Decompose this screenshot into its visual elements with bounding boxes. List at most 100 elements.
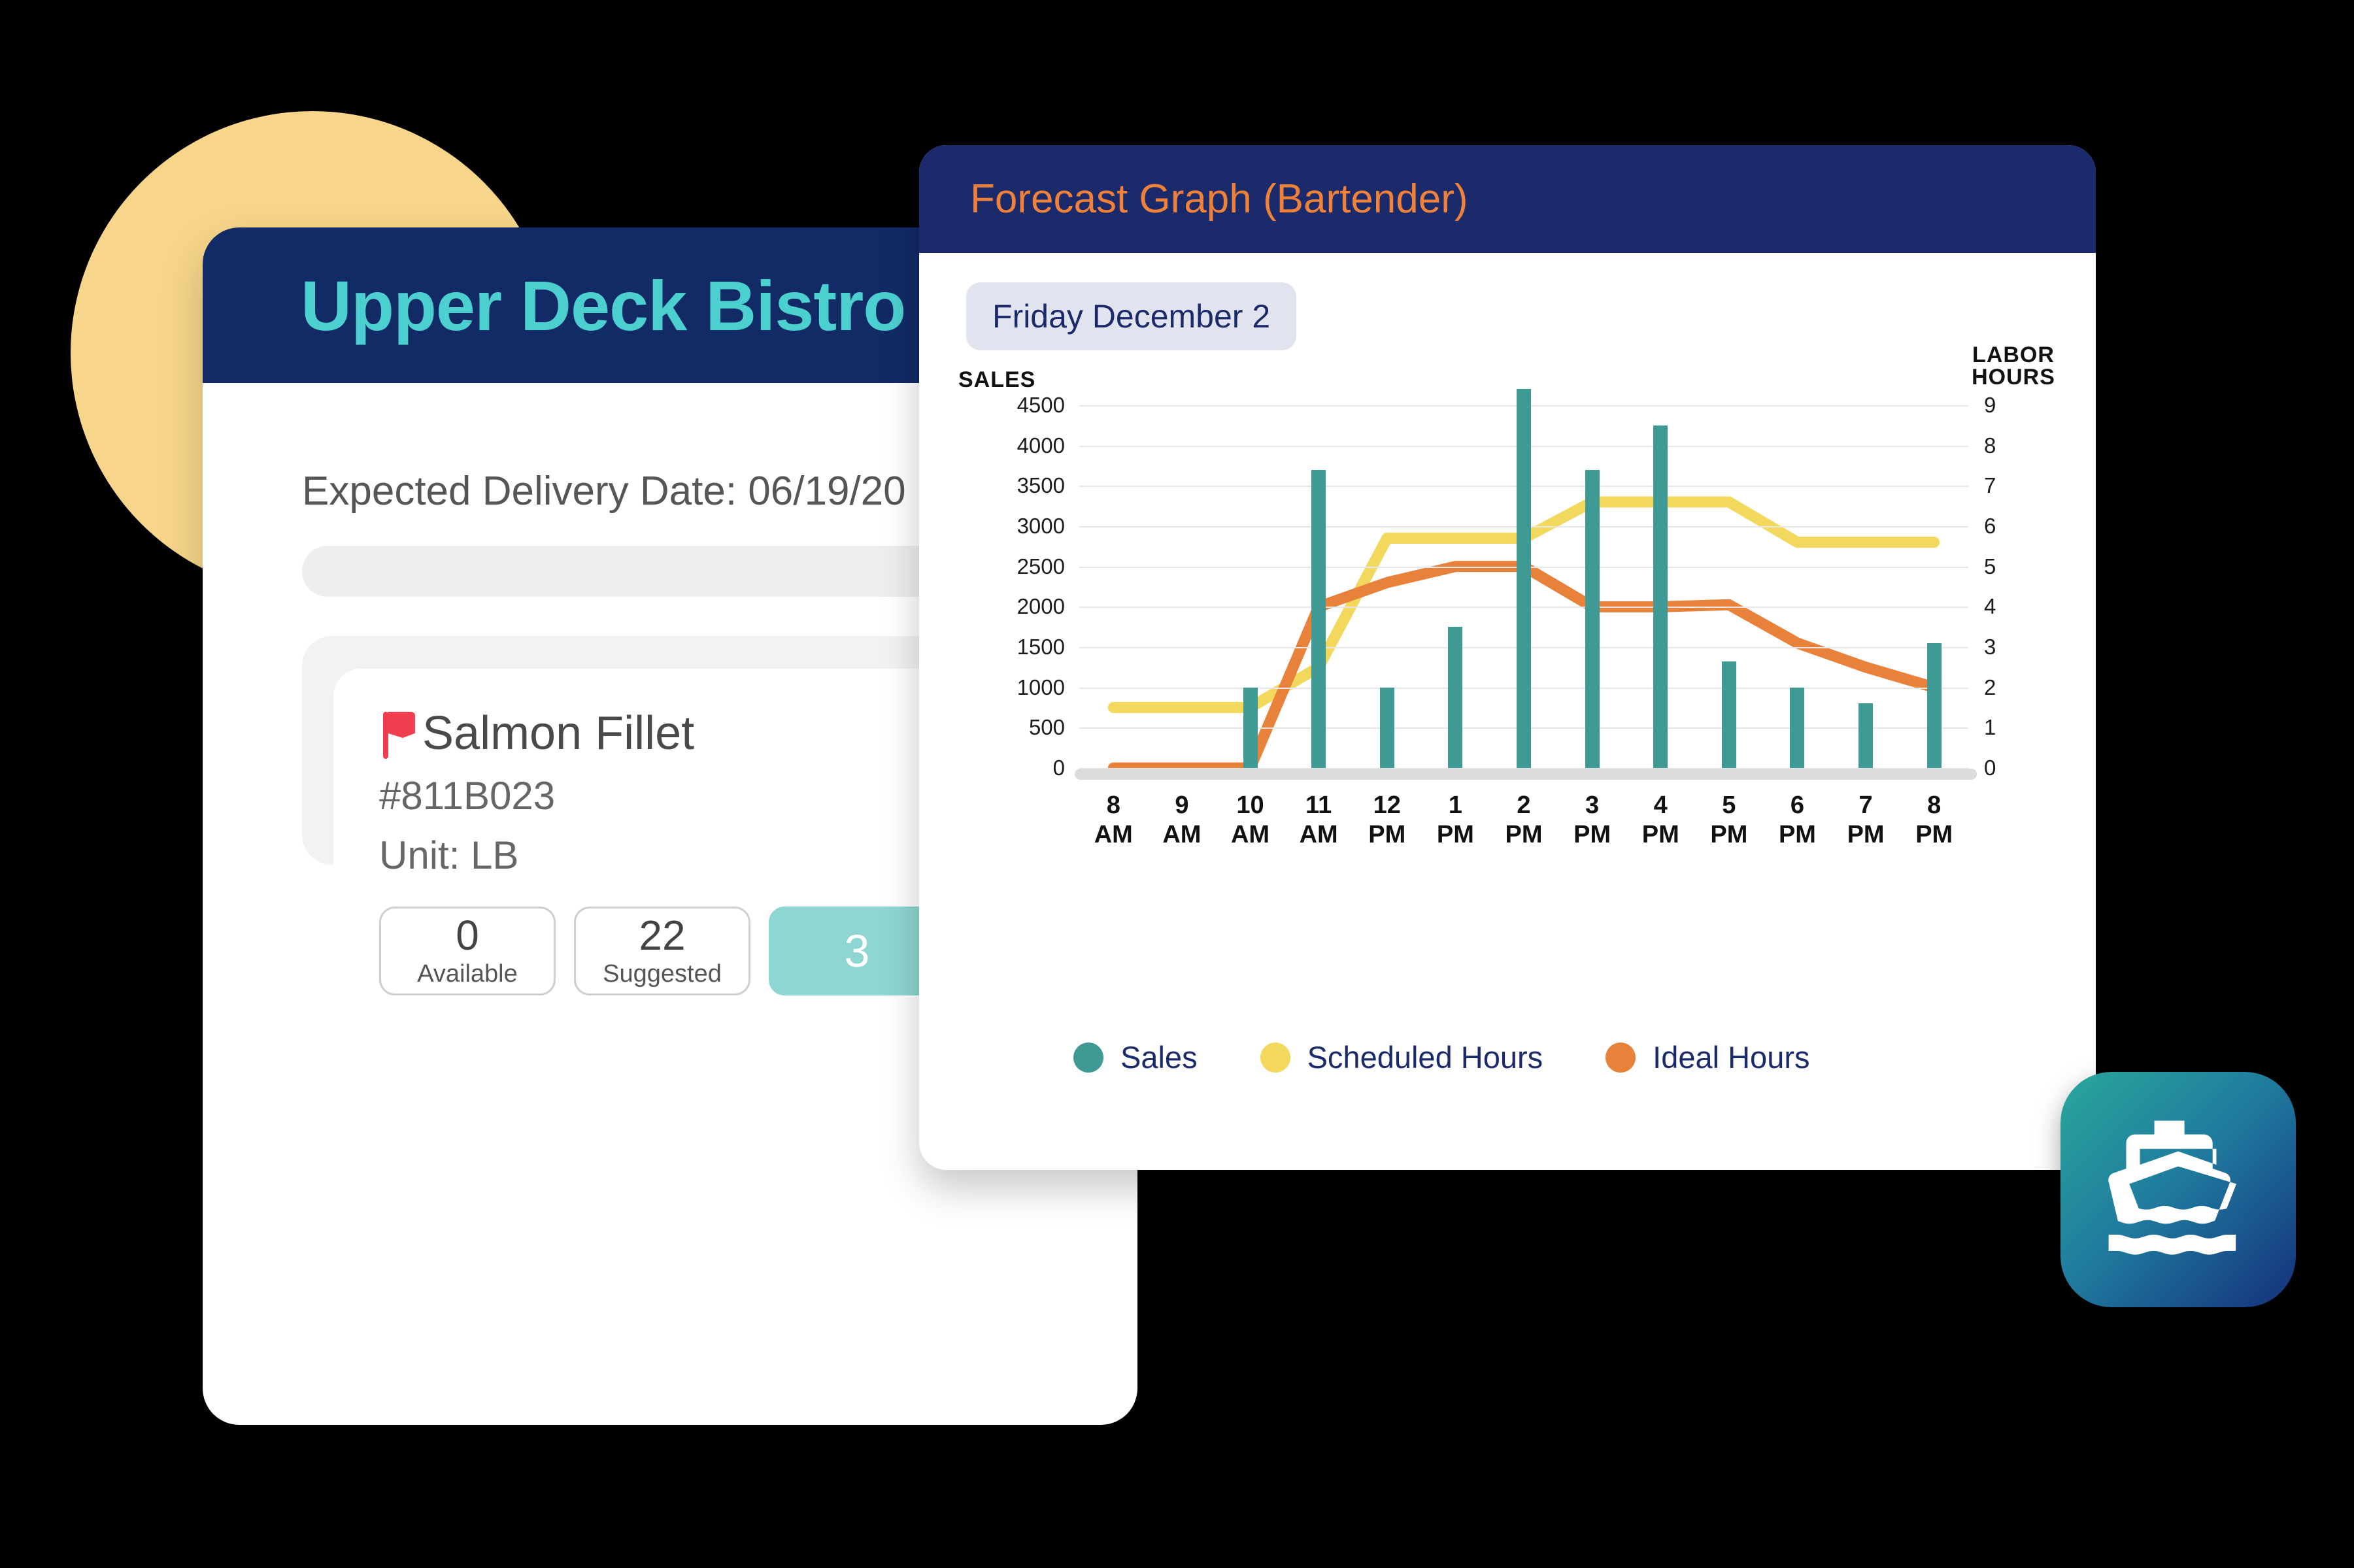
y2-axis-tick: 5 — [1984, 554, 1996, 578]
suggested-stat: 22 Suggested — [574, 907, 750, 995]
x-axis-tick-meridiem: AM — [1230, 820, 1270, 848]
quantity-value: 3 — [844, 926, 870, 976]
x-axis-tick: 12 PM — [1368, 791, 1405, 850]
available-label: Available — [417, 959, 518, 988]
forecast-title: Forecast Graph (Bartender) — [970, 176, 1468, 222]
x-axis-tick-meridiem: PM — [1847, 820, 1885, 848]
legend-item[interactable]: Scheduled Hours — [1260, 1039, 1543, 1075]
legend-label: Ideal Hours — [1653, 1040, 1810, 1075]
chart-bar — [1517, 389, 1531, 768]
y2-axis-tick: 2 — [1984, 675, 1996, 699]
y-axis-tick: 1000 — [1017, 675, 1065, 699]
left-axis-title: Sales — [958, 367, 1036, 392]
y-axis-tick: 4000 — [1017, 433, 1065, 458]
chart-bar — [1926, 642, 1942, 768]
available-value: 0 — [456, 911, 479, 959]
y-axis-tick: 2500 — [1017, 554, 1065, 578]
y2-axis-tick: 1 — [1984, 715, 1996, 740]
chart-plot-area: 0 500 1000 1500 2000 2500 3000 3500 4000 4500 0 1 2 3… — [1017, 389, 1996, 780]
x-axis-tick-meridiem: AM — [1162, 820, 1202, 848]
y-axis-tick: 4500 — [1017, 393, 1065, 417]
x-axis-tick: 7 PM — [1847, 791, 1885, 850]
chart-bar — [1721, 661, 1736, 768]
screenshot-stage: Upper Deck Bistro Expected Delivery Date… — [0, 0, 2354, 1568]
x-axis-tick-hour: 11 — [1305, 792, 1332, 819]
legend-color-dot — [1606, 1042, 1636, 1073]
x-axis-tick: 4 PM — [1642, 791, 1679, 850]
x-axis-tick-hour: 4 — [1653, 792, 1668, 819]
chart-legend: Sales Scheduled Hours Ideal Hours — [1073, 1039, 1810, 1075]
x-axis-tick-meridiem: PM — [1915, 820, 1953, 848]
suggested-value: 22 — [639, 911, 686, 959]
x-axis-tick-hour: 9 — [1175, 792, 1189, 819]
x-axis-tick-hour: 7 — [1858, 792, 1873, 819]
x-axis-tick-hour: 6 — [1790, 792, 1805, 819]
red-flag-icon — [379, 709, 416, 759]
legend-item[interactable]: Ideal Hours — [1606, 1039, 1810, 1075]
forecast-chart: Sales Labor Hours 0 500 1000 1500 2000 2500 30… — [919, 344, 2096, 1106]
chart-bar — [1585, 469, 1600, 768]
x-axis-labels: 8 AM 9 AM 10 AM 11 AM 12 PM 1 PM 2 PM 3 PM 4 PM 5 PM 6 PM 7 PM 8… — [1079, 791, 1968, 863]
y-axis-tick: 1500 — [1017, 635, 1065, 659]
right-axis-title: Labor Hours — [1955, 344, 2072, 388]
available-stat: 0 Available — [379, 907, 556, 995]
chart-bar — [1311, 469, 1326, 768]
ship-icon — [2108, 1120, 2237, 1255]
x-axis-tick: 3 PM — [1573, 791, 1611, 850]
x-axis-tick-meridiem: PM — [1505, 820, 1543, 848]
forecast-card: Forecast Graph (Bartender) Friday Decemb… — [919, 145, 2096, 1170]
chart-bars — [1079, 389, 1968, 768]
x-axis-tick: 8 PM — [1915, 791, 1953, 850]
date-selector-pill[interactable]: Friday December 2 — [966, 282, 1297, 350]
y2-axis-tick: 8 — [1984, 433, 1996, 458]
forecast-card-header: Forecast Graph (Bartender) — [919, 145, 2096, 253]
x-axis-tick: 2 PM — [1505, 791, 1543, 850]
y2-axis-tick: 6 — [1984, 514, 1996, 538]
legend-label: Sales — [1120, 1040, 1198, 1075]
y2-axis-tick: 7 — [1984, 473, 1996, 498]
restaurant-title: Upper Deck Bistro — [301, 265, 906, 345]
legend-label: Scheduled Hours — [1307, 1040, 1543, 1075]
y-axis-tick: 3500 — [1017, 473, 1065, 498]
x-axis-tick: 9 AM — [1162, 791, 1201, 850]
chart-bar — [1448, 627, 1463, 768]
x-axis-tick: 11 AM — [1300, 791, 1338, 850]
item-name: Salmon Fillet — [422, 707, 695, 759]
x-axis-tick: 5 PM — [1710, 791, 1747, 850]
y2-axis-tick: 4 — [1984, 594, 1996, 619]
right-axis-title-line1: Labor — [1972, 342, 2055, 367]
x-axis-tick-hour: 1 — [1448, 792, 1462, 819]
x-axis-tick-meridiem: PM — [1710, 820, 1748, 848]
x-axis-baseline — [1075, 769, 1977, 780]
x-axis-tick: 6 PM — [1779, 791, 1816, 850]
x-axis-tick-meridiem: PM — [1573, 820, 1611, 848]
suggested-label: Suggested — [603, 959, 722, 988]
y2-axis-tick: 9 — [1984, 393, 1996, 417]
y-axis-tick: 500 — [1028, 715, 1065, 740]
x-axis-tick-meridiem: PM — [1368, 820, 1406, 848]
x-axis-tick-meridiem: PM — [1436, 820, 1474, 848]
chart-bar — [1379, 687, 1394, 768]
chart-bar — [1243, 687, 1258, 768]
x-axis-tick-hour: 5 — [1722, 792, 1736, 819]
x-axis-tick-hour: 12 — [1373, 792, 1401, 819]
x-axis-tick-meridiem: AM — [1299, 820, 1338, 848]
x-axis-tick: 10 AM — [1231, 791, 1269, 850]
x-axis-tick-meridiem: PM — [1641, 820, 1679, 848]
x-axis-tick-meridiem: AM — [1094, 820, 1133, 848]
legend-item[interactable]: Sales — [1073, 1039, 1198, 1075]
x-axis-tick: 8 AM — [1094, 791, 1133, 850]
ship-app-icon[interactable] — [2060, 1072, 2296, 1307]
x-axis-tick-meridiem: PM — [1778, 820, 1816, 848]
x-axis-tick-hour: 3 — [1585, 792, 1600, 819]
chart-bar — [1790, 687, 1805, 768]
legend-color-dot — [1073, 1042, 1103, 1073]
x-axis-tick-hour: 2 — [1517, 792, 1531, 819]
x-axis-tick-hour: 8 — [1927, 792, 1942, 819]
y2-axis-tick: 3 — [1984, 635, 1996, 659]
chart-bar — [1653, 425, 1668, 768]
chart-bar — [1858, 703, 1874, 768]
y-axis-tick: 2000 — [1017, 594, 1065, 619]
legend-color-dot — [1260, 1042, 1290, 1073]
x-axis-tick-hour: 8 — [1106, 792, 1120, 819]
